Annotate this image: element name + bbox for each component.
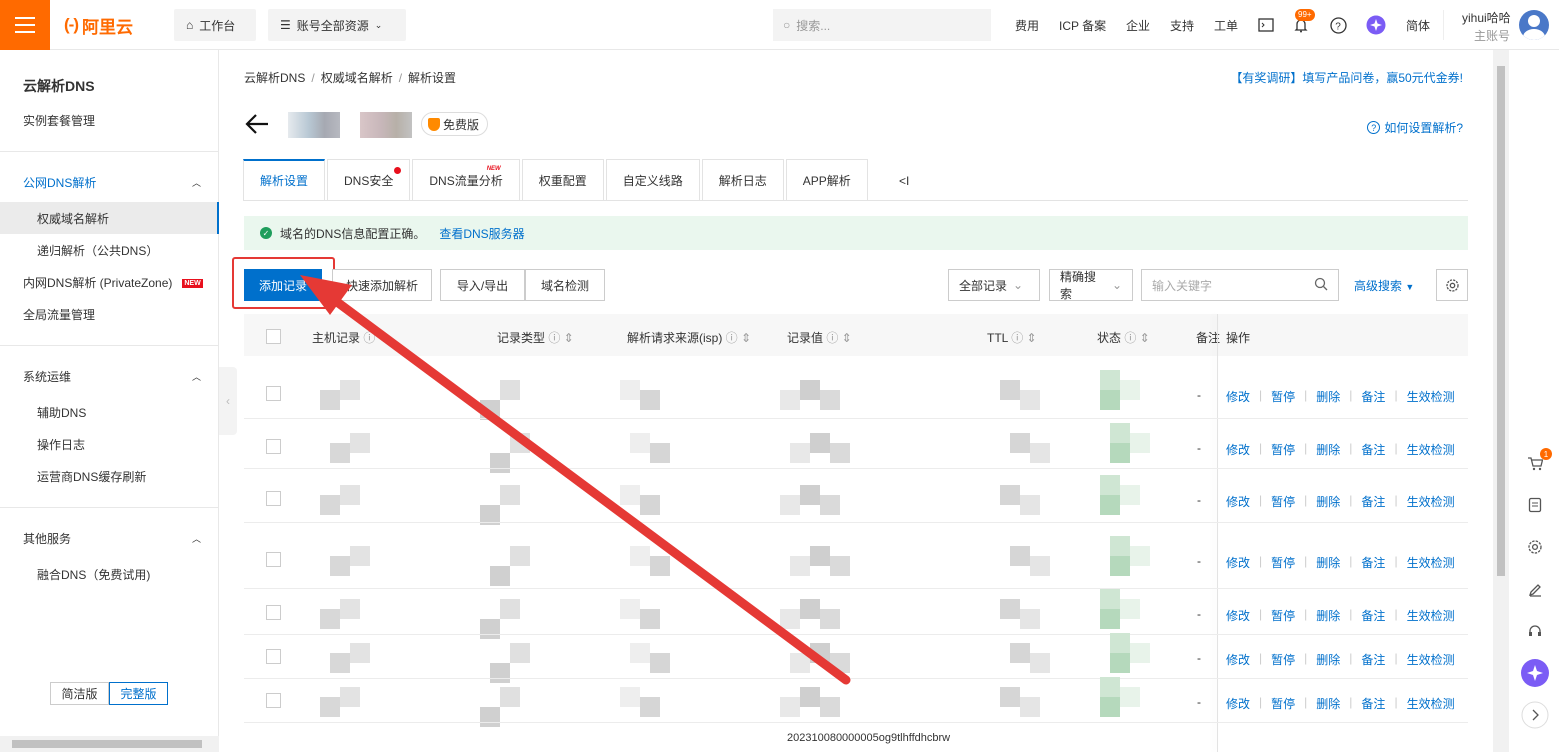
scrollbar-thumb[interactable] [1497, 66, 1505, 576]
headset-icon[interactable] [1518, 614, 1552, 648]
ai-assistant-icon[interactable] [1518, 656, 1552, 690]
chevron-right-icon[interactable] [1518, 698, 1552, 732]
annotation-arrow [300, 275, 851, 685]
edit-icon[interactable] [1518, 572, 1552, 606]
cart-icon[interactable]: 1 [1518, 446, 1552, 480]
document-icon[interactable] [1518, 488, 1552, 522]
settings-icon[interactable] [1518, 530, 1552, 564]
cart-badge: 1 [1540, 448, 1552, 460]
floating-toolbar: 1 [1518, 446, 1552, 740]
main-vertical-scrollbar[interactable] [1493, 50, 1509, 752]
